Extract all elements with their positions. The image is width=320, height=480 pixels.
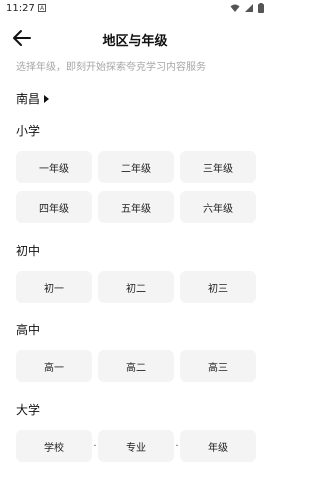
major-field[interactable]: 专业 [98, 430, 174, 462]
grade-chip[interactable]: 五年级 [98, 191, 174, 223]
section-title-college: 大学 [16, 403, 41, 417]
section-title-senior: 高中 [16, 323, 41, 337]
school-field[interactable]: 学校 [16, 430, 92, 462]
page-title: 地区与年级 [102, 34, 168, 49]
grade-chip[interactable]: 初二 [98, 271, 174, 303]
caret-right-icon [44, 94, 50, 103]
region-label: 南昌 [16, 92, 41, 106]
grade-chip[interactable]: 初三 [180, 271, 256, 303]
section-title-junior: 初中 [16, 244, 41, 258]
battery-icon [258, 3, 264, 13]
primary-grade-grid: 一年级 二年级 三年级 四年级 五年级 六年级 [16, 151, 256, 223]
grade-chip[interactable]: 四年级 [16, 191, 92, 223]
grade-chip[interactable]: 高二 [98, 350, 174, 382]
notification-icon: A [38, 4, 46, 12]
status-icons [230, 3, 264, 13]
grade-chip[interactable]: 初一 [16, 271, 92, 303]
college-selector: 学校 · 专业 · 年级 [16, 430, 256, 462]
wifi-icon [230, 4, 240, 12]
year-field[interactable]: 年级 [180, 430, 256, 462]
senior-grade-grid: 高一 高二 高三 [16, 350, 256, 382]
grade-chip[interactable]: 六年级 [180, 191, 256, 223]
grade-chip[interactable]: 高一 [16, 350, 92, 382]
status-time: 11:27 [6, 3, 35, 14]
section-title-primary: 小学 [16, 124, 41, 138]
grade-chip[interactable]: 一年级 [16, 151, 92, 183]
signal-icon [245, 4, 253, 12]
status-bar: 11:27 A [0, 0, 270, 18]
grade-chip[interactable]: 二年级 [98, 151, 174, 183]
grade-chip[interactable]: 三年级 [180, 151, 256, 183]
junior-grade-grid: 初一 初二 初三 [16, 271, 256, 303]
region-selector[interactable]: 南昌 [16, 90, 50, 107]
app-bar: 地区与年级 [0, 24, 270, 52]
page-subtitle: 选择年级，即刻开始探索夸克学习内容服务 [16, 62, 206, 73]
grade-chip[interactable]: 高三 [180, 350, 256, 382]
